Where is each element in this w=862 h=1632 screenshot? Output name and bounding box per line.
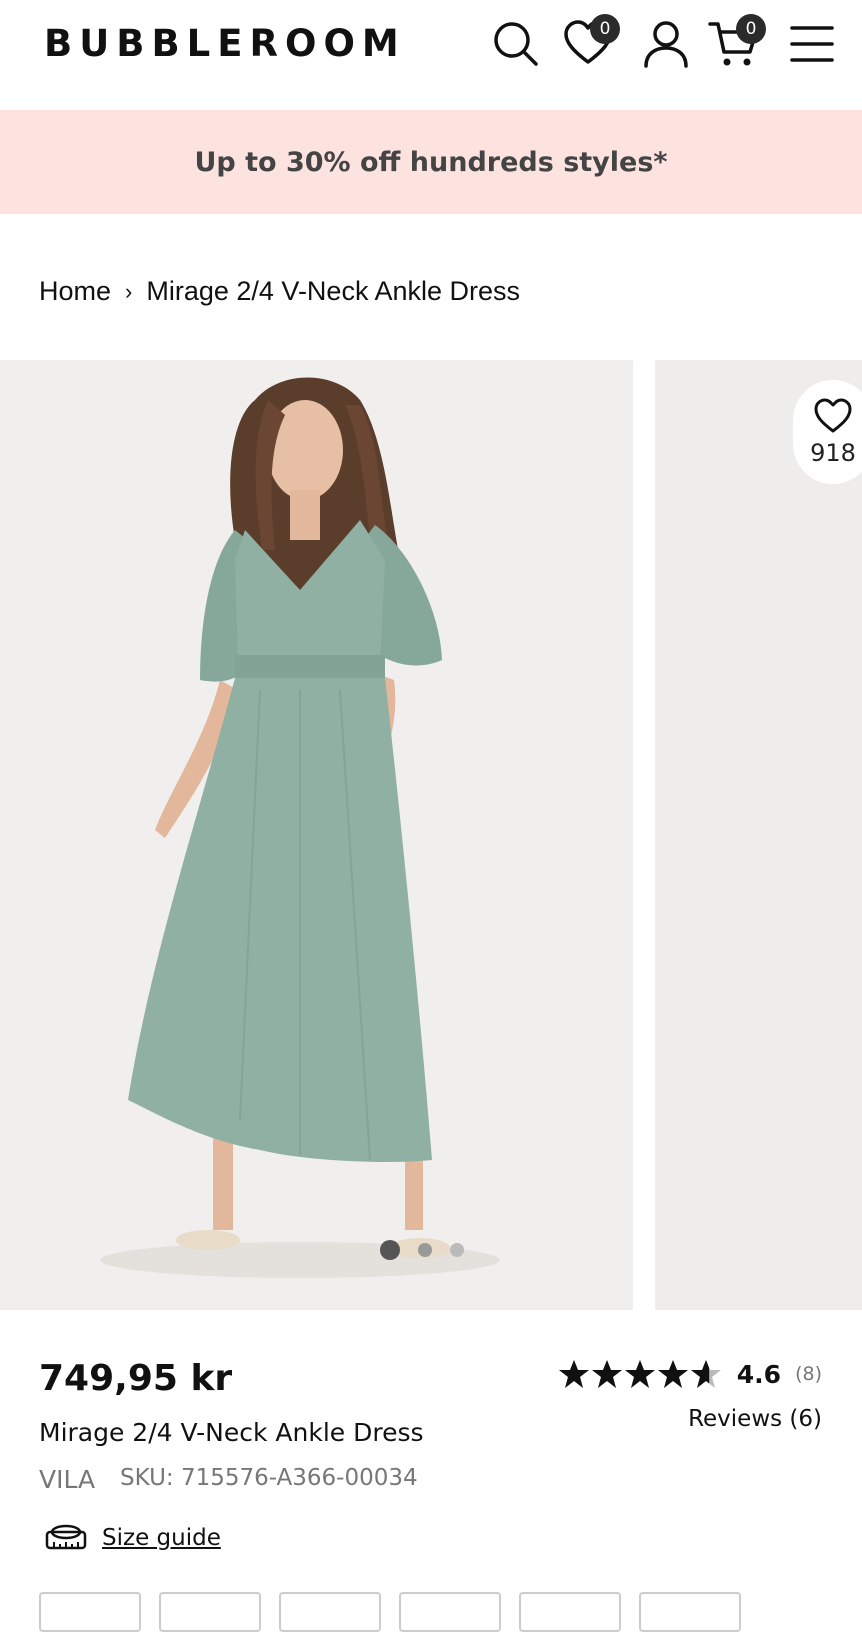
gallery-dot[interactable] [450, 1243, 464, 1257]
star-icon [690, 1360, 721, 1388]
cart-count-badge: 0 [736, 14, 766, 44]
star-icon [558, 1360, 589, 1388]
gallery-dot-active[interactable] [380, 1240, 400, 1260]
breadcrumb-current: Mirage 2/4 V-Neck Ankle Dress [146, 276, 521, 306]
promo-banner[interactable]: Up to 30% off hundreds styles* [0, 110, 862, 214]
product-image-next[interactable] [655, 360, 862, 1310]
size-option[interactable] [399, 1592, 501, 1632]
search-icon[interactable] [490, 18, 542, 70]
heart-icon [814, 398, 852, 433]
bubbleroom-logo[interactable]: BUBBLEROOM [44, 22, 406, 65]
breadcrumb-home-link[interactable]: Home [39, 276, 111, 307]
star-icon [591, 1360, 622, 1388]
site-header: BUBBLEROOM 0 0 [0, 0, 862, 110]
wishlist-count-badge: 0 [590, 14, 620, 44]
rating-stars [558, 1358, 723, 1390]
size-option[interactable] [159, 1592, 261, 1632]
rating-value: 4.6 [736, 1359, 782, 1389]
wishlist-icon[interactable]: 0 [562, 14, 620, 70]
product-name: Mirage 2/4 V-Neck Ankle Dress [39, 1418, 424, 1447]
size-option[interactable] [639, 1592, 741, 1632]
product-price: 749,95 kr [39, 1358, 233, 1399]
size-option[interactable] [39, 1592, 141, 1632]
size-guide-icon [45, 1524, 87, 1550]
product-gallery[interactable]: 918 [0, 360, 862, 1310]
star-icon [624, 1360, 655, 1388]
product-sku: SKU: 715576-A366-00034 [120, 1465, 418, 1491]
breadcrumb-separator: › [125, 278, 133, 304]
gallery-dot[interactable] [418, 1243, 432, 1257]
product-brand[interactable]: VILA [39, 1465, 95, 1494]
gallery-pagination [380, 1240, 482, 1260]
account-icon[interactable] [640, 18, 692, 70]
size-selector [39, 1592, 759, 1632]
star-icon [657, 1360, 688, 1388]
rating-count: (8) [795, 1363, 822, 1385]
size-guide-label: Size guide [102, 1525, 221, 1551]
cart-icon[interactable]: 0 [708, 14, 766, 70]
product-image[interactable] [0, 360, 633, 1310]
promo-text: Up to 30% off hundreds styles* [194, 146, 668, 178]
size-option[interactable] [519, 1592, 621, 1632]
size-option[interactable] [279, 1592, 381, 1632]
menu-icon[interactable] [786, 18, 838, 70]
favorite-count: 918 [810, 439, 856, 467]
breadcrumb: Home › Mirage 2/4 V-Neck Ankle Dress [39, 276, 520, 307]
reviews-link[interactable]: Reviews (6) [688, 1406, 822, 1432]
dress-model-illustration [100, 377, 500, 1278]
product-rating[interactable]: 4.6 (8) [558, 1358, 822, 1390]
favorite-button[interactable]: 918 [793, 380, 862, 484]
size-guide-link[interactable]: Size guide [44, 1522, 221, 1554]
